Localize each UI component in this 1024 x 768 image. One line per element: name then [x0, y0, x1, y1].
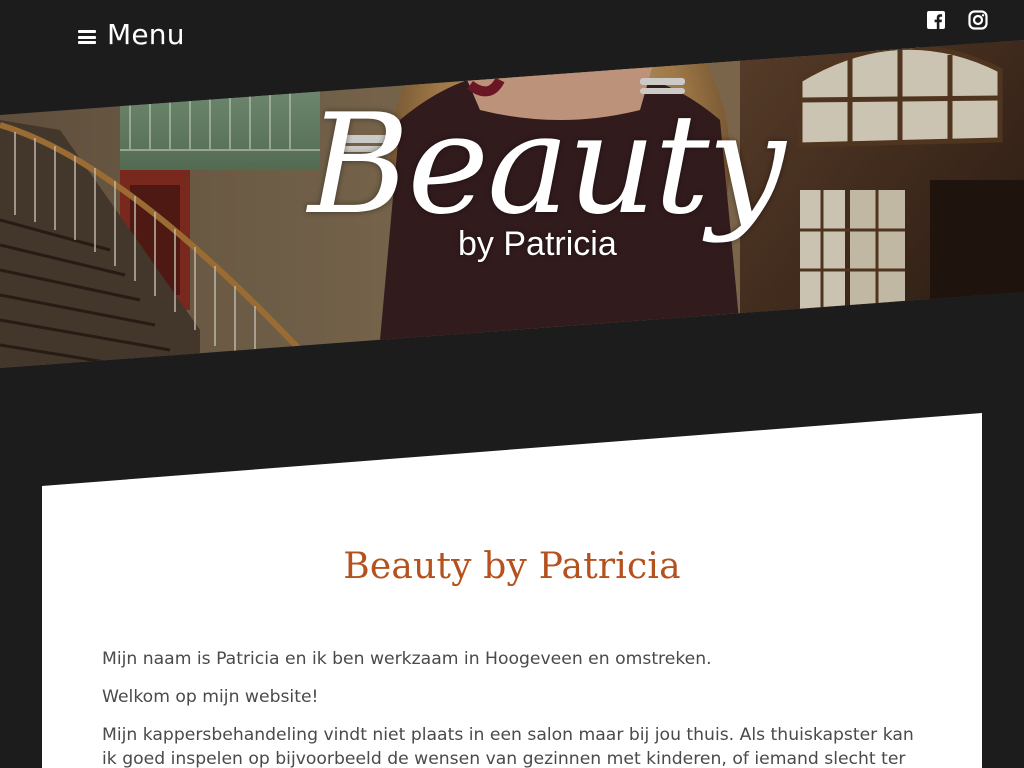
menu-label: Menu [107, 17, 185, 51]
facebook-icon [927, 11, 945, 29]
paragraph-intro: Mijn naam is Patricia en ik ben werkzaam… [102, 649, 712, 669]
menu-button[interactable]: Menu [78, 14, 185, 54]
paragraph-welcome: Welkom op mijn website! [102, 687, 319, 707]
facebook-link[interactable] [926, 9, 946, 31]
instagram-icon [968, 10, 988, 30]
paragraph-description: Mijn kappersbehandeling vindt niet plaat… [102, 725, 914, 768]
hamburger-icon [78, 30, 96, 44]
hero-image [0, 40, 1024, 368]
page-title: Beauty by Patricia [343, 546, 681, 587]
social-links [926, 9, 988, 31]
page: Beauty by Patricia Menu Beauty by Patric… [0, 0, 1024, 768]
main-content: Beauty by Patricia Mijn naam is Patricia… [42, 488, 982, 768]
hero-banner: Beauty by Patricia [0, 0, 1024, 400]
intro-text: Mijn naam is Patricia en ik ben werkzaam… [102, 647, 922, 768]
instagram-link[interactable] [968, 9, 988, 31]
